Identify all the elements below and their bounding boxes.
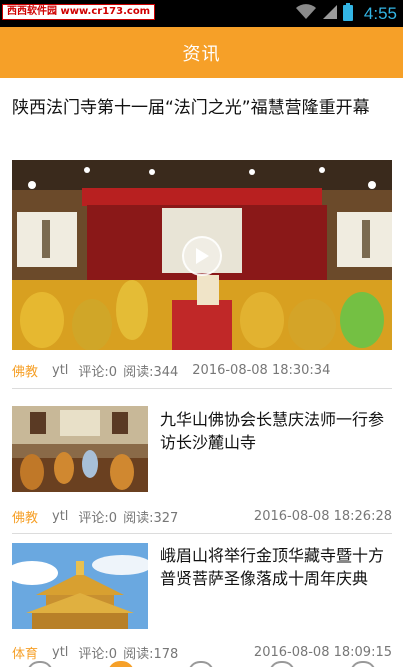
status-time: 4:55	[363, 4, 397, 23]
app-header: 资讯	[0, 27, 403, 78]
bottom-nav	[0, 661, 403, 667]
publish-date: 2016-08-08 18:30:34	[192, 362, 331, 378]
author: ytl	[52, 362, 69, 378]
category-tag[interactable]: 体育	[12, 643, 38, 662]
article-title[interactable]: 峨眉山将举行金顶华藏寺暨十方普贤菩萨圣像落成十周年庆典	[160, 544, 392, 590]
comment-count: 评论:0	[78, 510, 118, 526]
temple-image	[12, 543, 148, 629]
signal-icon	[322, 4, 338, 24]
category-tag[interactable]: 佛教	[12, 507, 38, 526]
page-title: 资讯	[182, 43, 221, 65]
article-meta: 体育 ytl 评论:0 阅读:178 2016-08-08 18:09:15	[12, 642, 392, 662]
play-icon	[196, 248, 209, 264]
play-button[interactable]	[182, 236, 222, 276]
author: ytl	[52, 644, 69, 660]
nav-tab-1[interactable]	[27, 661, 54, 667]
divider	[12, 533, 392, 534]
article-meta: 佛教 ytl 评论:0 阅读:344 2016-08-08 18:30:34	[12, 360, 392, 380]
comment-count: 评论:0	[78, 646, 118, 662]
publish-date: 2016-08-08 18:09:15	[253, 644, 392, 660]
wifi-icon	[295, 4, 317, 24]
battery-icon	[342, 3, 353, 25]
read-count: 阅读:178	[123, 646, 179, 662]
divider	[12, 388, 392, 389]
nav-tab-4[interactable]	[269, 661, 296, 667]
comment-count: 评论:0	[78, 364, 118, 380]
read-count: 阅读:344	[123, 364, 179, 380]
watermark: 西西软件园 www.cr173.com	[2, 4, 156, 20]
article-thumbnail[interactable]	[12, 543, 148, 629]
article-thumbnail[interactable]	[12, 406, 148, 492]
status-icons: 4:55	[295, 3, 397, 25]
news-feed[interactable]: 陕西法门寺第十一届“法门之光”福慧营隆重开幕 佛教 ytl 评论:0 阅读:34…	[0, 78, 403, 667]
nav-tab-3[interactable]	[188, 661, 215, 667]
article-title[interactable]: 陕西法门寺第十一届“法门之光”福慧营隆重开幕	[12, 96, 392, 120]
video-thumbnail[interactable]	[12, 160, 392, 350]
read-count: 阅读:327	[123, 510, 179, 526]
nav-tab-5[interactable]	[349, 661, 376, 667]
publish-date: 2016-08-08 18:26:28	[253, 508, 392, 524]
article-meta: 佛教 ytl 评论:0 阅读:327 2016-08-08 18:26:28	[12, 506, 392, 526]
status-bar: 西西软件园 www.cr173.com 4:55	[0, 0, 403, 27]
meeting-room-image	[12, 406, 148, 492]
author: ytl	[52, 508, 69, 524]
nav-tab-2[interactable]	[107, 661, 134, 667]
category-tag[interactable]: 佛教	[12, 361, 38, 380]
article-title[interactable]: 九华山佛协会长慧庆法师一行参访长沙麓山寺	[160, 408, 392, 454]
